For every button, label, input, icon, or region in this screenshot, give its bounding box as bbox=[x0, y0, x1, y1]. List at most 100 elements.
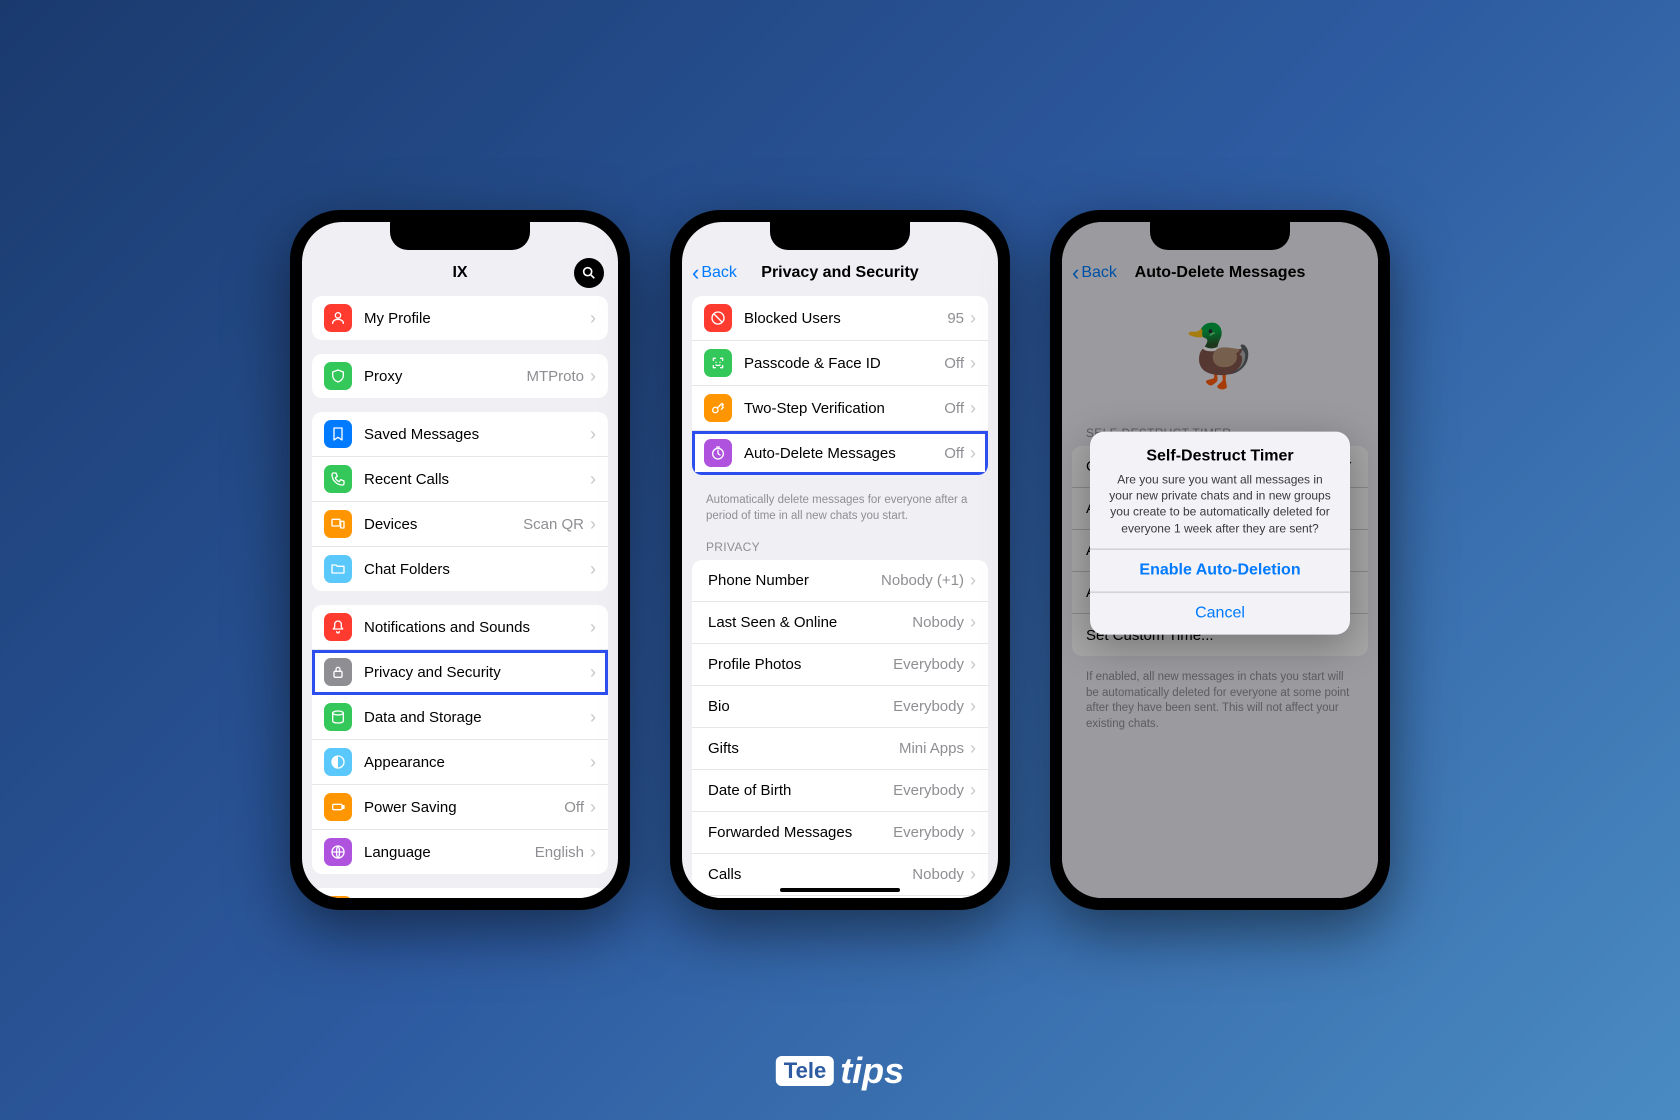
row-devices[interactable]: DevicesScan QR› bbox=[312, 502, 608, 547]
row-value: Everybody bbox=[893, 698, 964, 715]
row-value: Everybody bbox=[893, 656, 964, 673]
chevron-right-icon: › bbox=[970, 570, 976, 591]
row-label: Devices bbox=[364, 516, 523, 533]
appearance-icon bbox=[324, 748, 352, 776]
chevron-right-icon: › bbox=[970, 443, 976, 464]
chevron-right-icon: › bbox=[970, 398, 976, 419]
row-ask-question[interactable]: Ask a Question› bbox=[312, 888, 608, 898]
row-last-seen[interactable]: Last Seen & OnlineNobody› bbox=[692, 602, 988, 644]
dialog-message: Are you sure you want all messages in yo… bbox=[1104, 472, 1336, 537]
row-value: Nobody bbox=[912, 866, 964, 883]
content-2: Blocked Users95›Passcode & Face IDOff›Tw… bbox=[682, 296, 998, 898]
row-language[interactable]: LanguageEnglish› bbox=[312, 830, 608, 874]
row-appearance[interactable]: Appearance› bbox=[312, 740, 608, 785]
dialog-header: Self-Destruct Timer Are you sure you wan… bbox=[1090, 432, 1350, 549]
row-saved-messages[interactable]: Saved Messages› bbox=[312, 412, 608, 457]
privacy-section-header: PRIVACY bbox=[682, 534, 998, 560]
phone-notch bbox=[770, 222, 910, 250]
row-chat-folders[interactable]: Chat Folders› bbox=[312, 547, 608, 591]
row-recent-calls[interactable]: Recent Calls› bbox=[312, 457, 608, 502]
row-power-saving[interactable]: Power SavingOff› bbox=[312, 785, 608, 830]
row-value: Mini Apps bbox=[899, 740, 964, 757]
settings-group: Saved Messages›Recent Calls›DevicesScan … bbox=[312, 412, 608, 591]
chevron-right-icon: › bbox=[970, 864, 976, 885]
back-button-2[interactable]: ‹ Back bbox=[692, 262, 737, 284]
row-profile-photos[interactable]: Profile PhotosEverybody › bbox=[692, 644, 988, 686]
row-data-storage[interactable]: Data and Storage› bbox=[312, 695, 608, 740]
row-label: Appearance bbox=[364, 754, 590, 771]
row-forwarded[interactable]: Forwarded MessagesEverybody› bbox=[692, 812, 988, 854]
row-label: Data and Storage bbox=[364, 709, 590, 726]
row-passcode-face-id[interactable]: Passcode & Face IDOff› bbox=[692, 341, 988, 386]
row-value: Nobody (+1) bbox=[881, 572, 964, 589]
row-label: Recent Calls bbox=[364, 471, 590, 488]
bookmark-icon bbox=[324, 420, 352, 448]
row-label: Saved Messages bbox=[364, 426, 590, 443]
row-phone-number[interactable]: Phone NumberNobody (+1) › bbox=[692, 560, 988, 602]
chevron-right-icon: › bbox=[970, 654, 976, 675]
chevron-right-icon: › bbox=[970, 696, 976, 717]
header-title-2: Privacy and Security bbox=[761, 264, 918, 282]
chevron-right-icon: › bbox=[590, 842, 596, 863]
chevron-left-icon: ‹ bbox=[692, 262, 699, 284]
lock-icon bbox=[324, 658, 352, 686]
row-date-of-birth[interactable]: Date of BirthEverybody› bbox=[692, 770, 988, 812]
chevron-right-icon: › bbox=[590, 617, 596, 638]
row-auto-delete[interactable]: Auto-Delete MessagesOff› bbox=[692, 431, 988, 475]
row-label: Blocked Users bbox=[744, 310, 947, 327]
chevron-right-icon: › bbox=[590, 514, 596, 535]
chevron-right-icon: › bbox=[590, 707, 596, 728]
devices-icon bbox=[324, 510, 352, 538]
settings-group: Notifications and Sounds›Privacy and Sec… bbox=[312, 605, 608, 874]
row-label: Gifts bbox=[704, 740, 899, 757]
header-1: IX bbox=[302, 250, 618, 296]
row-two-step[interactable]: Two-Step VerificationOff › bbox=[692, 386, 988, 431]
row-notifications[interactable]: Notifications and Sounds› bbox=[312, 605, 608, 650]
chevron-right-icon: › bbox=[970, 353, 976, 374]
chevron-right-icon: › bbox=[590, 752, 596, 773]
row-proxy[interactable]: ProxyMTProto› bbox=[312, 354, 608, 398]
chevron-right-icon: › bbox=[590, 662, 596, 683]
row-label: Two-Step Verification bbox=[744, 400, 944, 417]
row-value: 95 bbox=[947, 310, 964, 327]
row-label: Calls bbox=[704, 866, 912, 883]
timer-icon bbox=[704, 439, 732, 467]
battery-icon bbox=[324, 793, 352, 821]
row-label: Auto-Delete Messages bbox=[744, 445, 944, 462]
chevron-right-icon: › bbox=[590, 797, 596, 818]
settings-group: Ask a Question›Telegram FAQ› bbox=[312, 888, 608, 898]
row-blocked-users[interactable]: Blocked Users95› bbox=[692, 296, 988, 341]
phone-auto-delete: ‹ Back Auto-Delete Messages 🦆 SELF-DESTR… bbox=[1050, 210, 1390, 910]
phone-notch bbox=[390, 222, 530, 250]
privacy-group: Phone NumberNobody (+1)›Last Seen & Onli… bbox=[692, 560, 988, 898]
enable-auto-deletion-button[interactable]: Enable Auto-Deletion bbox=[1090, 548, 1350, 591]
row-privacy-security[interactable]: Privacy and Security› bbox=[312, 650, 608, 695]
row-label: Phone Number bbox=[704, 572, 881, 589]
phone-icon bbox=[324, 465, 352, 493]
row-label: Profile Photos bbox=[704, 656, 893, 673]
row-value: Off bbox=[944, 400, 964, 417]
header-title-1: IX bbox=[452, 264, 467, 282]
row-gifts[interactable]: GiftsMini Apps › bbox=[692, 728, 988, 770]
security-group: Blocked Users95›Passcode & Face IDOff›Tw… bbox=[692, 296, 988, 475]
row-label: Privacy and Security bbox=[364, 664, 590, 681]
auto-delete-footnote: Automatically delete messages for everyo… bbox=[682, 489, 998, 534]
row-label: Language bbox=[364, 844, 535, 861]
cancel-button[interactable]: Cancel bbox=[1090, 591, 1350, 634]
folder-icon bbox=[324, 555, 352, 583]
row-label: Date of Birth bbox=[704, 782, 893, 799]
back-label-2: Back bbox=[701, 264, 737, 282]
row-my-profile[interactable]: My Profile› bbox=[312, 296, 608, 340]
search-button[interactable] bbox=[574, 258, 604, 288]
search-icon bbox=[581, 265, 597, 281]
confirm-dialog: Self-Destruct Timer Are you sure you wan… bbox=[1090, 432, 1350, 635]
row-label: Forwarded Messages bbox=[704, 824, 893, 841]
row-label: Bio bbox=[704, 698, 893, 715]
chevron-right-icon: › bbox=[970, 738, 976, 759]
chevron-right-icon: › bbox=[970, 612, 976, 633]
row-invites[interactable]: InvitesEverybody› bbox=[692, 896, 988, 898]
chevron-right-icon: › bbox=[590, 424, 596, 445]
row-bio[interactable]: BioEverybody › bbox=[692, 686, 988, 728]
row-label: Last Seen & Online bbox=[704, 614, 912, 631]
row-label: Passcode & Face ID bbox=[744, 355, 944, 372]
